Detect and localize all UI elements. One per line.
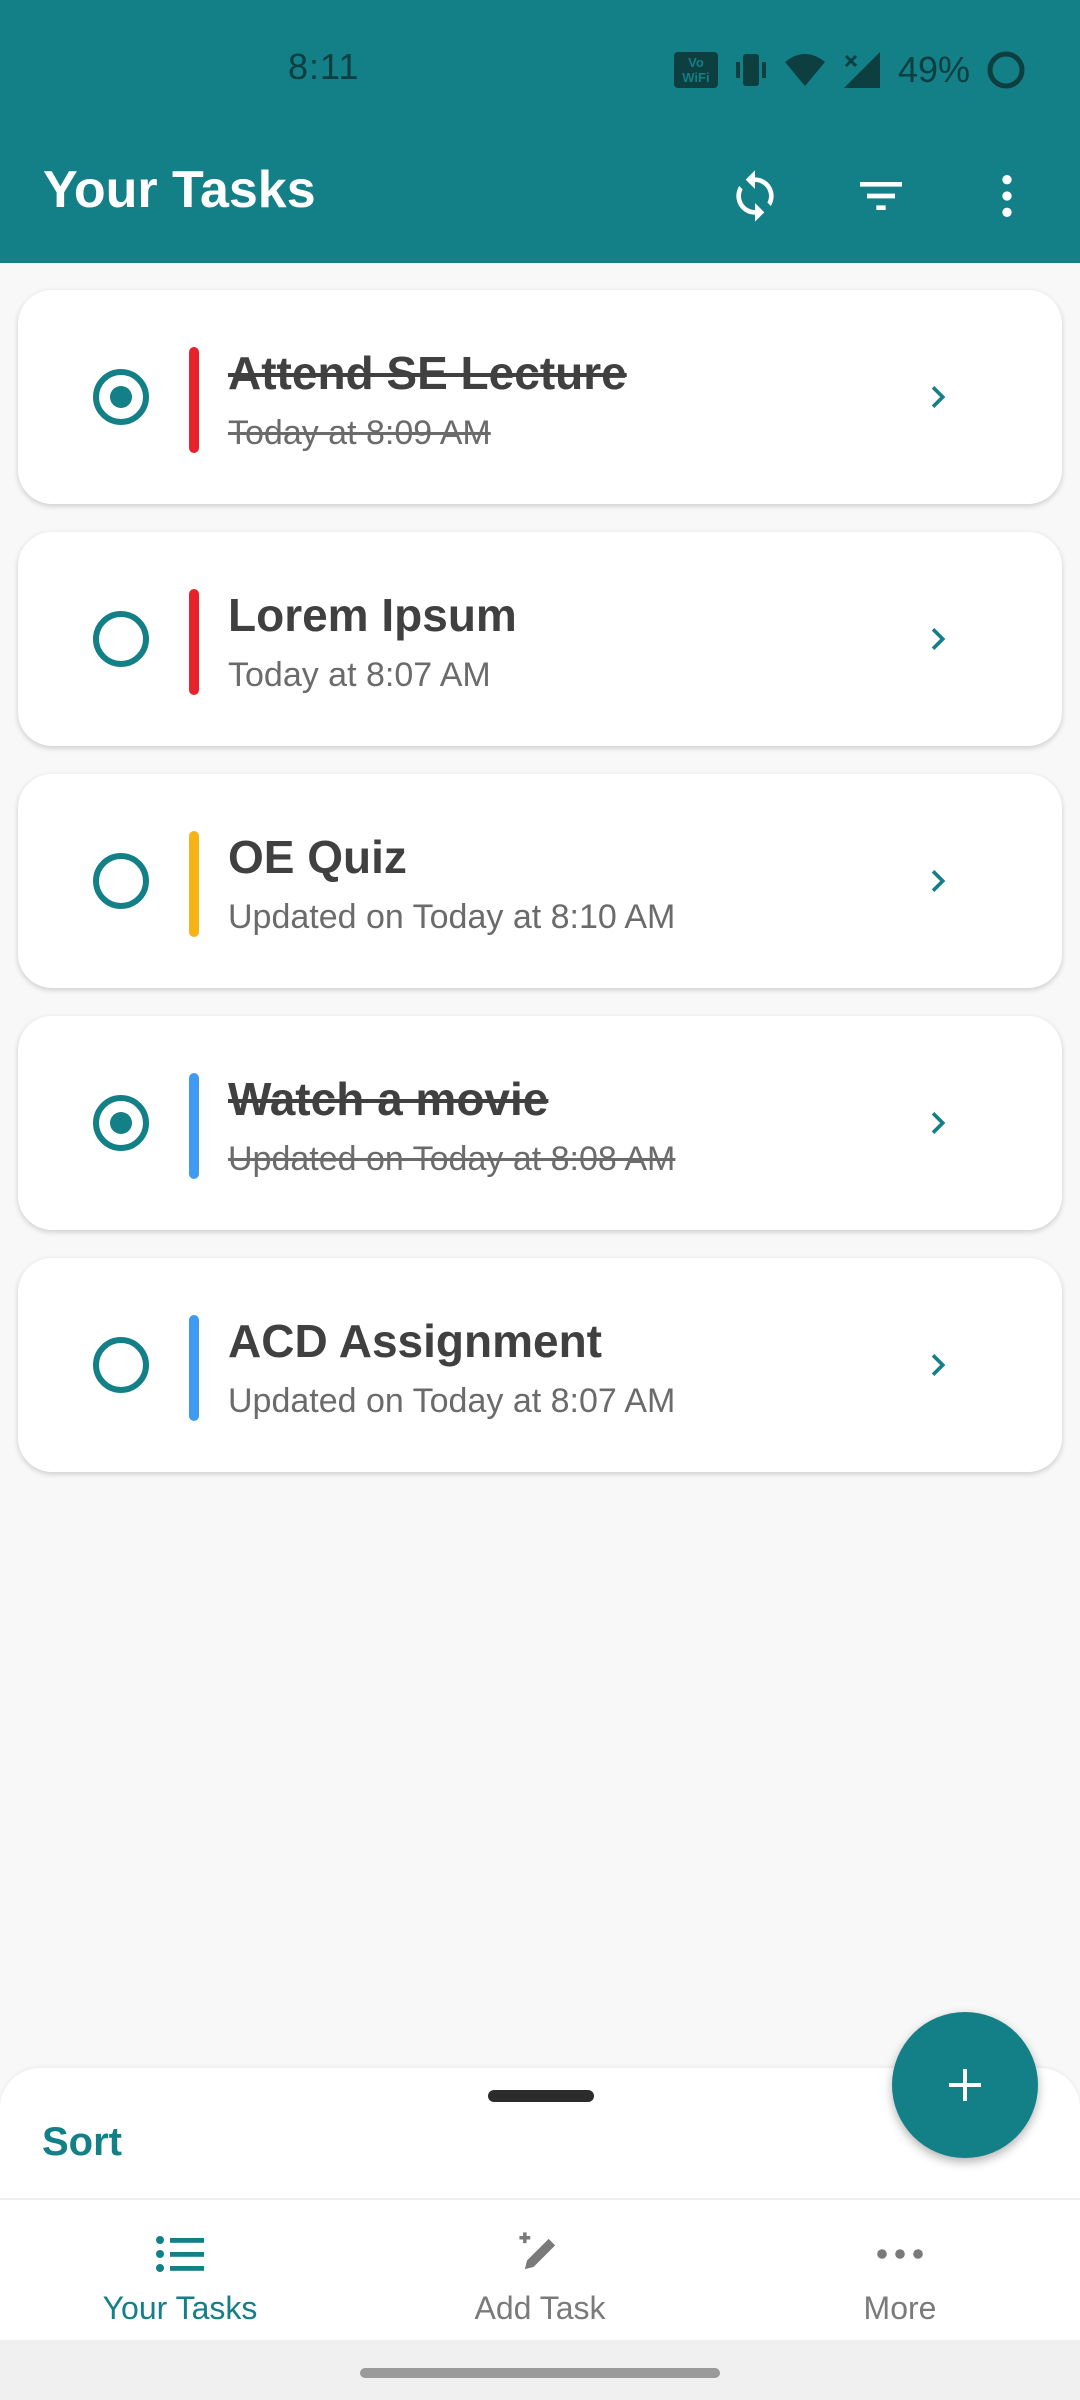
- nav-your-tasks[interactable]: Your Tasks: [0, 2200, 360, 2340]
- sheet-drag-handle[interactable]: [488, 2090, 594, 2102]
- sync-icon[interactable]: [719, 160, 791, 232]
- priority-indicator: [189, 831, 199, 937]
- priority-indicator: [189, 347, 199, 453]
- task-time: Updated on Today at 8:07 AM: [228, 1382, 676, 1420]
- priority-indicator: [189, 589, 199, 695]
- chevron-right-icon[interactable]: [908, 1093, 968, 1153]
- task-title: ACD Assignment: [228, 1315, 602, 1367]
- sort-label[interactable]: Sort: [42, 2120, 122, 2165]
- task-complete-radio[interactable]: [93, 611, 149, 667]
- gesture-handle[interactable]: [360, 2368, 720, 2378]
- task-title: Attend SE Lecture: [228, 347, 627, 399]
- more-horiz-icon: [877, 2249, 923, 2259]
- chevron-right-icon[interactable]: [908, 851, 968, 911]
- page-title: Your Tasks: [43, 161, 316, 219]
- filter-icon[interactable]: [845, 160, 917, 232]
- task-time: Updated on Today at 8:10 AM: [228, 898, 676, 936]
- status-icons: Vo WiFi 49%: [673, 46, 1026, 94]
- plus-icon: [949, 2069, 981, 2101]
- battery-percent: 49%: [897, 49, 970, 90]
- task-time: Updated on Today at 8:08 AM: [228, 1140, 676, 1178]
- nav-more[interactable]: More: [720, 2200, 1080, 2340]
- task-complete-radio[interactable]: [93, 1095, 149, 1151]
- task-complete-radio[interactable]: [93, 369, 149, 425]
- status-time: 8:11: [288, 46, 360, 87]
- task-card[interactable]: OE Quiz Updated on Today at 8:10 AM: [18, 774, 1062, 988]
- task-complete-radio[interactable]: [93, 1337, 149, 1393]
- add-task-fab[interactable]: [892, 2012, 1038, 2158]
- task-list: Attend SE Lecture Today at 8:09 AM Lorem…: [18, 290, 1062, 1500]
- priority-indicator: [189, 1315, 199, 1421]
- task-card[interactable]: Attend SE Lecture Today at 8:09 AM: [18, 290, 1062, 504]
- status-bar: 8:11 Vo WiFi 49%: [0, 0, 1080, 140]
- task-complete-radio[interactable]: [93, 853, 149, 909]
- nav-label: Your Tasks: [102, 2290, 258, 2326]
- system-gesture-area: [0, 2340, 1080, 2400]
- task-title: Lorem Ipsum: [228, 589, 517, 641]
- task-card[interactable]: ACD Assignment Updated on Today at 8:07 …: [18, 1258, 1062, 1472]
- chevron-right-icon[interactable]: [908, 609, 968, 669]
- nav-add-task[interactable]: Add Task: [360, 2200, 720, 2340]
- task-card[interactable]: Watch a movie Updated on Today at 8:08 A…: [18, 1016, 1062, 1230]
- edit-icon: [519, 2232, 556, 2270]
- task-card[interactable]: Lorem Ipsum Today at 8:07 AM: [18, 532, 1062, 746]
- signal-icon: [843, 52, 880, 88]
- task-title: OE Quiz: [228, 831, 407, 883]
- list-icon: [156, 2236, 204, 2272]
- volte-wifi-icon: Vo WiFi: [673, 52, 718, 88]
- battery-icon: [987, 51, 1025, 89]
- priority-indicator: [189, 1073, 199, 1179]
- task-time: Today at 8:07 AM: [228, 656, 491, 694]
- app-bar: 8:11 Vo WiFi 49% Your Tasks: [0, 0, 1080, 263]
- chevron-right-icon[interactable]: [908, 367, 968, 427]
- chevron-right-icon[interactable]: [908, 1335, 968, 1395]
- nav-label: Add Task: [474, 2290, 606, 2326]
- more-vert-icon[interactable]: [971, 160, 1043, 232]
- task-title: Watch a movie: [228, 1073, 549, 1125]
- task-time: Today at 8:09 AM: [228, 414, 491, 452]
- nav-label: More: [863, 2290, 937, 2326]
- vibrate-icon: [735, 54, 766, 86]
- wifi-icon: [784, 54, 825, 86]
- bottom-navigation: Your Tasks Add Task More: [0, 2198, 1080, 2340]
